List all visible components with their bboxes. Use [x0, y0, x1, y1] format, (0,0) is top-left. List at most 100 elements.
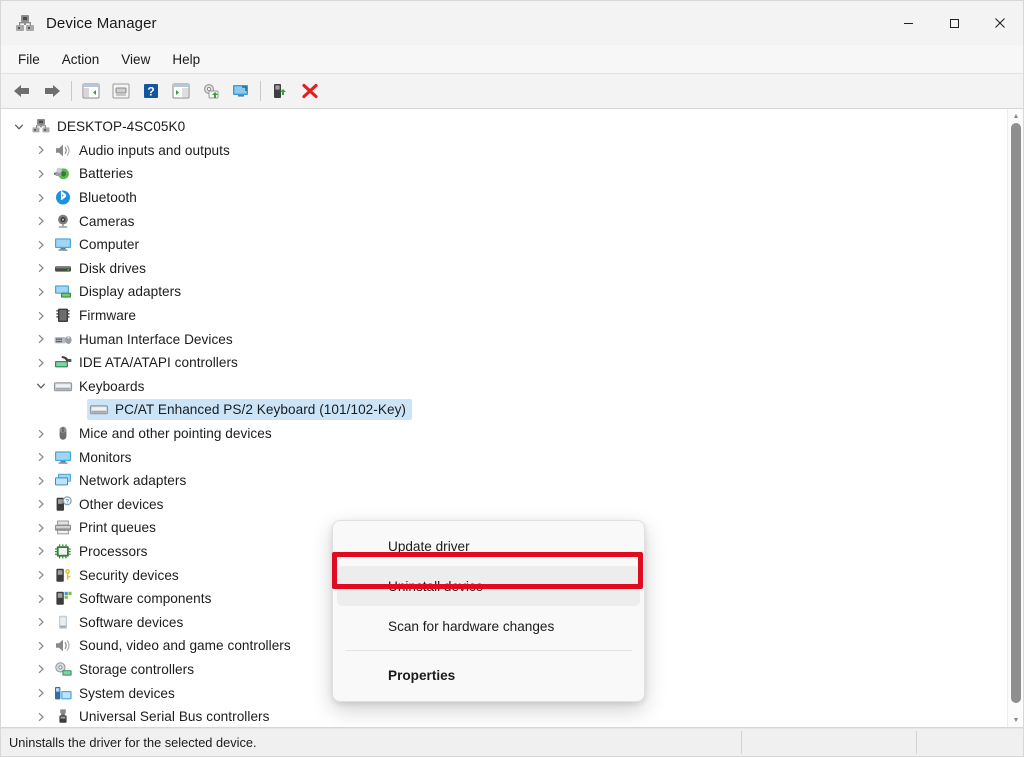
vertical-scrollbar[interactable]: ▲ ▼ — [1007, 109, 1023, 727]
chevron-down-icon[interactable] — [31, 381, 51, 391]
uninstall-device-icon[interactable] — [295, 77, 325, 105]
tree-item-content[interactable]: Firmware — [51, 305, 142, 326]
forward-icon[interactable] — [37, 77, 67, 105]
chevron-right-icon[interactable] — [31, 546, 51, 556]
tree-item[interactable]: Display adapters — [1, 280, 1007, 304]
window-title: Device Manager — [46, 14, 157, 32]
chevron-right-icon[interactable] — [31, 263, 51, 273]
tree-item-content[interactable]: Disk drives — [51, 258, 152, 279]
help-icon[interactable]: ? — [136, 77, 166, 105]
tree-item[interactable]: Firmware — [1, 304, 1007, 328]
chevron-right-icon[interactable] — [31, 688, 51, 698]
chevron-right-icon[interactable] — [31, 287, 51, 297]
context-menu-item-uninstall-device[interactable]: Uninstall device — [337, 566, 640, 606]
tree-item[interactable]: PC/AT Enhanced PS/2 Keyboard (101/102-Ke… — [1, 398, 1007, 422]
device-tree-pane: DESKTOP-4SC05K0 Audio inputs and outputs B… — [1, 109, 1023, 728]
tree-item-content[interactable]: Software components — [51, 588, 217, 609]
other-device-icon: ? — [53, 496, 73, 513]
menu-bar: File Action View Help — [1, 45, 1023, 74]
tree-item-content[interactable]: Cameras — [51, 211, 141, 232]
chevron-right-icon[interactable] — [31, 617, 51, 627]
tree-item-content[interactable]: Print queues — [51, 517, 162, 538]
chevron-right-icon[interactable] — [31, 452, 51, 462]
tree-item-content[interactable]: ? Other devices — [51, 494, 170, 515]
menu-view[interactable]: View — [110, 48, 161, 71]
chevron-right-icon[interactable] — [31, 240, 51, 250]
tree-item[interactable]: Audio inputs and outputs — [1, 139, 1007, 163]
tree-item[interactable]: IDE ATA/ATAPI controllers — [1, 351, 1007, 375]
keyboard-icon — [89, 401, 109, 418]
tree-item[interactable]: Disk drives — [1, 257, 1007, 281]
chevron-right-icon[interactable] — [31, 712, 51, 722]
scrollbar-thumb[interactable] — [1011, 123, 1021, 703]
tree-item-content[interactable]: Sound, video and game controllers — [51, 635, 297, 656]
tree-item[interactable]: Human Interface Devices — [1, 327, 1007, 351]
context-menu-item-properties[interactable]: Properties — [337, 655, 640, 695]
tree-item-content[interactable]: Audio inputs and outputs — [51, 140, 236, 161]
menu-help[interactable]: Help — [161, 48, 211, 71]
chevron-right-icon[interactable] — [31, 429, 51, 439]
tree-item-content[interactable]: IDE ATA/ATAPI controllers — [51, 352, 244, 373]
tree-item-content[interactable]: Monitors — [51, 447, 138, 468]
tree-item-content[interactable]: Keyboards — [51, 376, 150, 397]
tree-item[interactable]: Universal Serial Bus controllers — [1, 705, 1007, 727]
menu-action[interactable]: Action — [51, 48, 111, 71]
tree-item-content[interactable]: Software devices — [51, 612, 189, 633]
menu-file[interactable]: File — [7, 48, 51, 71]
tree-item-content[interactable]: PC/AT Enhanced PS/2 Keyboard (101/102-Ke… — [87, 399, 413, 421]
chevron-right-icon[interactable] — [31, 570, 51, 580]
tree-item-content[interactable]: DESKTOP-4SC05K0 — [29, 116, 191, 137]
tree-item-content[interactable]: Network adapters — [51, 470, 192, 491]
context-menu-item-scan-for-hardware-changes[interactable]: Scan for hardware changes — [337, 606, 640, 646]
chevron-right-icon[interactable] — [31, 476, 51, 486]
scroll-up-icon[interactable]: ▲ — [1008, 109, 1023, 123]
chevron-right-icon[interactable] — [31, 216, 51, 226]
disk-drive-icon — [53, 260, 73, 277]
chevron-right-icon[interactable] — [31, 145, 51, 155]
scroll-down-icon[interactable]: ▼ — [1008, 713, 1023, 727]
tree-item[interactable]: Monitors — [1, 445, 1007, 469]
tree-item[interactable]: Network adapters — [1, 469, 1007, 493]
maximize-button[interactable] — [931, 1, 977, 45]
minimize-button[interactable] — [885, 1, 931, 45]
properties-icon[interactable] — [106, 77, 136, 105]
chevron-right-icon[interactable] — [31, 193, 51, 203]
tree-item[interactable]: Cameras — [1, 209, 1007, 233]
chevron-right-icon[interactable] — [31, 641, 51, 651]
tree-item[interactable]: Bluetooth — [1, 186, 1007, 210]
chevron-right-icon[interactable] — [31, 594, 51, 604]
chevron-right-icon[interactable] — [31, 523, 51, 533]
update-driver-icon[interactable] — [196, 77, 226, 105]
chevron-right-icon[interactable] — [31, 169, 51, 179]
tree-item-content[interactable]: Human Interface Devices — [51, 329, 239, 350]
tree-item-content[interactable]: Universal Serial Bus controllers — [51, 706, 275, 727]
tree-item-content[interactable]: Display adapters — [51, 281, 187, 302]
chevron-right-icon[interactable] — [31, 358, 51, 368]
scan-hardware-changes-icon[interactable] — [226, 77, 256, 105]
context-menu-item-update-driver[interactable]: Update driver — [337, 526, 640, 566]
show-hide-action-pane-icon[interactable] — [166, 77, 196, 105]
show-hide-console-tree-icon[interactable] — [76, 77, 106, 105]
chevron-down-icon[interactable] — [9, 122, 29, 132]
tree-item-content[interactable]: Storage controllers — [51, 659, 200, 680]
tree-item-content[interactable]: Batteries — [51, 163, 139, 184]
chevron-right-icon[interactable] — [31, 664, 51, 674]
tree-item-content[interactable]: System devices — [51, 683, 181, 704]
close-button[interactable] — [977, 1, 1023, 45]
chevron-right-icon[interactable] — [31, 499, 51, 509]
tree-item[interactable]: Computer — [1, 233, 1007, 257]
tree-item[interactable]: Batteries — [1, 162, 1007, 186]
tree-item-content[interactable]: Security devices — [51, 565, 185, 586]
tree-item[interactable]: Mice and other pointing devices — [1, 422, 1007, 446]
tree-item-content[interactable]: Bluetooth — [51, 187, 143, 208]
chevron-right-icon[interactable] — [31, 311, 51, 321]
back-icon[interactable] — [7, 77, 37, 105]
tree-item-content[interactable]: Processors — [51, 541, 154, 562]
tree-item-content[interactable]: Computer — [51, 234, 145, 255]
tree-item[interactable]: Keyboards — [1, 375, 1007, 399]
disable-device-icon[interactable] — [265, 77, 295, 105]
chevron-right-icon[interactable] — [31, 334, 51, 344]
tree-root-node[interactable]: DESKTOP-4SC05K0 — [1, 115, 1007, 139]
tree-item-content[interactable]: Mice and other pointing devices — [51, 423, 278, 444]
tree-item[interactable]: ? Other devices — [1, 493, 1007, 517]
